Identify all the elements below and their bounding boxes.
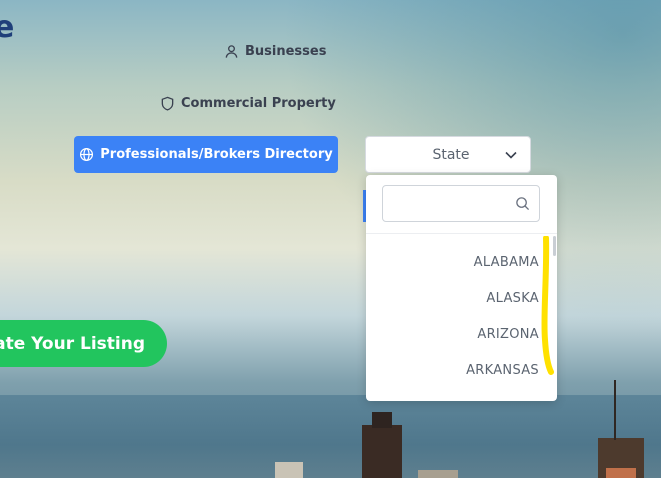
state-dropdown: ALABAMA ALASKA ARIZONA ARKANSAS	[366, 175, 557, 401]
chevron-down-icon	[505, 151, 517, 159]
dropdown-search-area	[366, 175, 557, 234]
professionals-directory-button[interactable]: Professionals/Brokers Directory	[74, 136, 338, 173]
nav-businesses-label: Businesses	[245, 44, 327, 59]
state-option-arkansas[interactable]: ARKANSAS	[466, 363, 539, 378]
search-icon	[516, 197, 530, 211]
state-option-arizona[interactable]: ARIZONA	[477, 327, 539, 342]
create-listing-button[interactable]: reate Your Listing	[0, 320, 167, 367]
dropdown-scrollbar[interactable]	[553, 236, 556, 256]
globe-icon	[80, 147, 94, 162]
sea-background	[0, 395, 661, 478]
shield-icon	[161, 96, 174, 111]
state-option-alaska[interactable]: ALASKA	[486, 291, 539, 306]
nav-commercial-property-label: Commercial Property	[181, 96, 336, 111]
nav-businesses[interactable]: Businesses	[224, 44, 326, 59]
nav-commercial-property[interactable]: Commercial Property	[160, 96, 336, 111]
state-option-alabama[interactable]: ALABAMA	[474, 255, 539, 270]
logo-fragment[interactable]: e	[0, 10, 14, 45]
state-select[interactable]: State	[365, 136, 531, 173]
professionals-directory-label: Professionals/Brokers Directory	[100, 147, 333, 162]
user-icon	[225, 45, 238, 58]
